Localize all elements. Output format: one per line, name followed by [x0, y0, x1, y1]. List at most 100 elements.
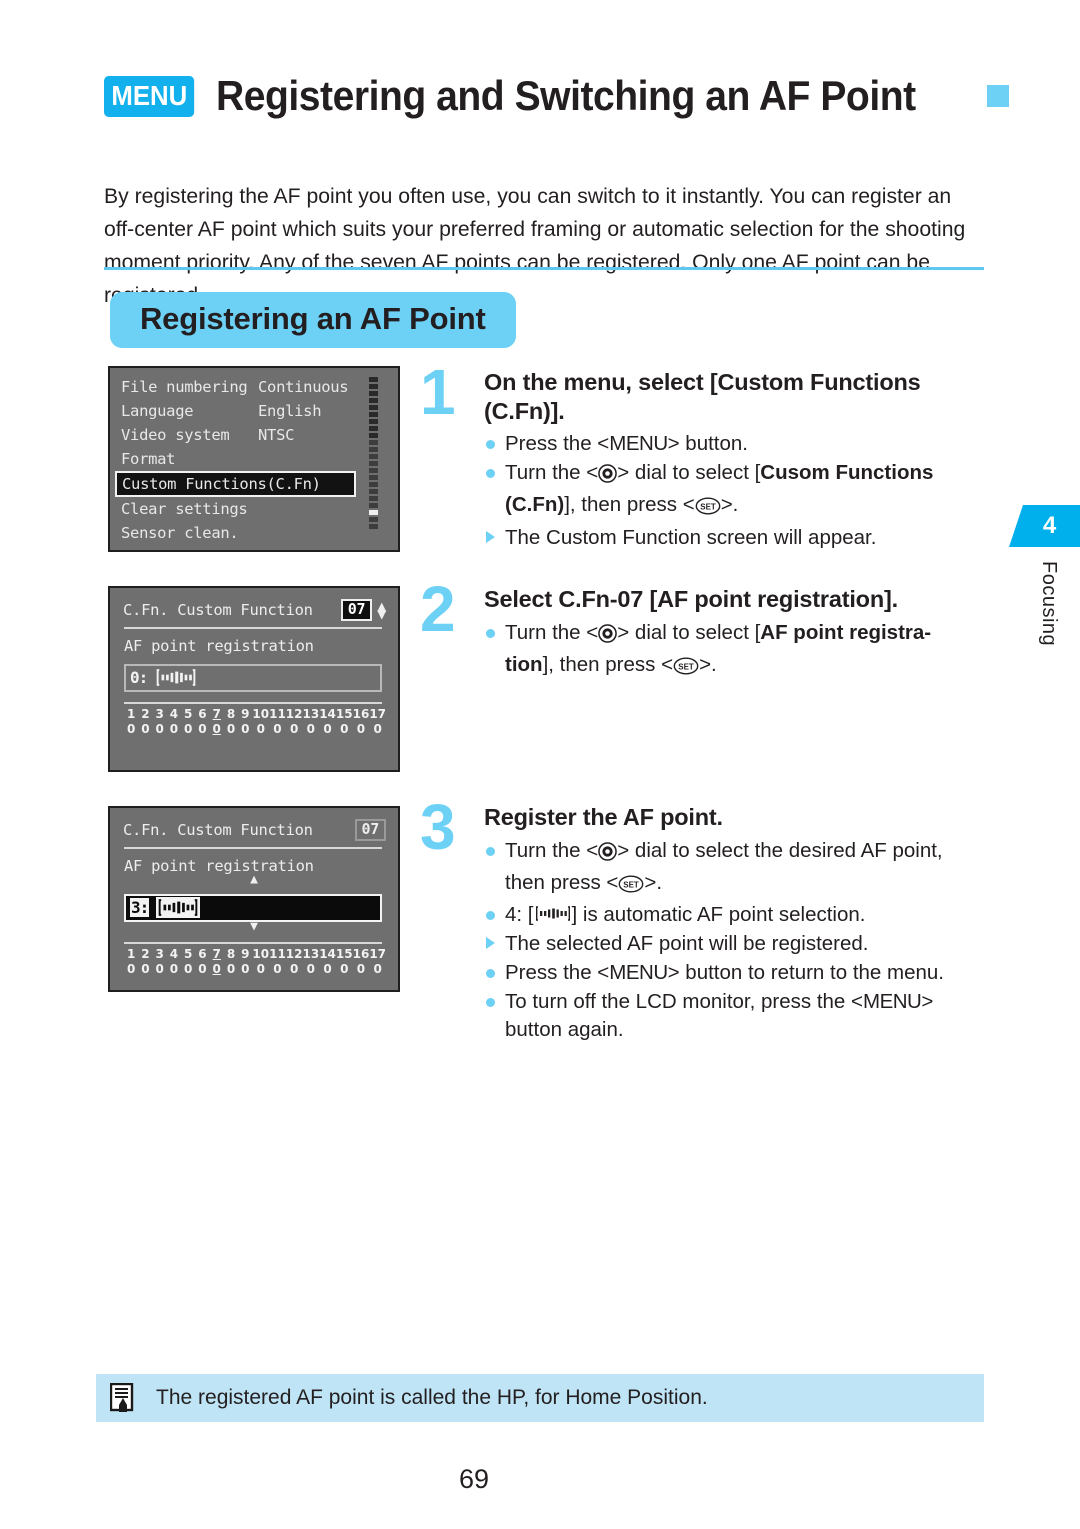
cfn-grid-value: 0 [323, 722, 332, 737]
cfn-subtitle: AF point registration [124, 856, 314, 875]
cfn-grid-col: 12 0 [286, 947, 303, 978]
step-3-text: 3 Register the AF point. Turn the < > dia… [420, 795, 980, 1045]
af-points-icon [534, 904, 572, 923]
lcd-menu-row: Language English [110, 399, 398, 423]
bullet-item: Turn the < > dial to select [AF point reg… [484, 619, 980, 683]
cfn-divider-2 [124, 941, 382, 944]
lcd-menu-label: Video system [121, 426, 230, 444]
bullet-text: Turn the < > dial to select [Cusom Functi… [505, 461, 933, 516]
cfn-grid-value: 0 [356, 722, 366, 737]
cfn-grid-col: 10 0 [252, 707, 269, 738]
note-callout: The registered AF point is called the HP… [96, 1374, 984, 1422]
section-heading: Registering an AF Point [110, 292, 516, 348]
cfn-grid-col: 80 [224, 947, 238, 978]
dot-bullet-icon [486, 628, 495, 638]
cfn-grid-col: 17 0 [369, 947, 386, 978]
set-button-icon: SET [618, 873, 644, 901]
cfn-grid-number: 2 [141, 946, 150, 961]
lcd-menu-value: NTSC [258, 426, 295, 444]
cfn-value-number: 3: [130, 898, 149, 918]
cfn-grid-col: 14 0 [319, 707, 336, 738]
cfn-grid-number: 9 [241, 706, 250, 721]
cfn-value-number: 0: [130, 668, 148, 688]
chapter-tab-number: 4 [1009, 505, 1080, 547]
note-pen-icon [109, 1382, 136, 1413]
cfn-grid-number: 17 [369, 946, 387, 961]
lcd-screen-cfn-07-selected: C.Fn. Custom Function 07 AF point registra… [108, 806, 400, 992]
bullet-text: The Custom Function screen will appear. [505, 525, 877, 549]
cfn-title: C.Fn. Custom Function [123, 600, 313, 619]
cfn-grid-number: 10 [252, 946, 270, 961]
cfn-grid-value: 0 [356, 962, 366, 977]
cfn-grid-value: 0 [184, 722, 193, 737]
cfn-grid-col: 80 [224, 707, 238, 738]
cfn-grid-value: 0 [169, 962, 179, 977]
cfn-grid-number: 6 [198, 706, 207, 721]
lcd-menu-value: Continuous [258, 378, 349, 396]
cfn-grid-col: 13 0 [303, 707, 320, 738]
cfn-grid-number: 16 [352, 706, 370, 721]
step-2-figure: C.Fn. Custom Function 07 ▲ ▼ AF point regist… [108, 586, 400, 772]
step-2-text: 2 Select C.Fn-07 [AF point registration]… [420, 577, 980, 683]
cfn-grid-col: 15 0 [336, 707, 353, 738]
cfn-grid-value: 0 [289, 722, 299, 737]
cfn-grid-col: 60 [195, 947, 209, 978]
bullet-text: 4: [] is automatic AF point selection. [505, 903, 866, 927]
cfn-grid-value: 0 [184, 962, 193, 977]
bullet-item: Press the <MENU> button. [484, 430, 980, 458]
bullet-item: 4: [] is automatic AF point selection. [484, 901, 980, 929]
cfn-grid-col: 15 0 [336, 947, 353, 978]
lcd-menu-row: File numbering Continuous [110, 375, 398, 399]
lcd-menu-row: Custom Functions(C.Fn) [115, 471, 356, 497]
cfn-updown-icon: ▲ ▼ [377, 596, 386, 623]
bullet-text: Press the <MENU> button to return to the… [505, 961, 944, 985]
cfn-grid-number: 1 [126, 706, 136, 721]
step-2-bullet-list: Turn the < > dial to select [AF point reg… [484, 619, 980, 683]
chapter-tab-label: Focusing [1038, 561, 1060, 647]
page-title: Registering and Switching an AF Point [216, 72, 917, 119]
cfn-grid-col: 13 0 [303, 947, 320, 978]
cfn-grid-number: 6 [198, 946, 207, 961]
step-1-number: 1 [420, 356, 456, 428]
cfn-grid-value: 0 [241, 722, 250, 737]
cfn-grid-number: 3 [155, 946, 164, 961]
step-1-figure: File numbering Continuous Language English V… [108, 366, 400, 552]
cfn-grid-value: 0 [373, 962, 382, 977]
cfn-title: C.Fn. Custom Function [123, 820, 313, 839]
cfn-header: C.Fn. Custom Function 07 [110, 808, 398, 841]
cfn-grid-number: 10 [252, 706, 270, 721]
step-1-text: 1 On the menu, select [Custom Functions … [420, 360, 980, 553]
lcd-menu-row: Format [110, 447, 398, 471]
step-3-bullet-list: Turn the < > dial to select the desired A… [484, 837, 980, 1044]
cfn-grid-number: 8 [226, 706, 236, 721]
svg-text:SET: SET [624, 880, 640, 889]
cfn-grid-col: 70 [210, 707, 224, 738]
step-3-heading: Register the AF point. [484, 804, 723, 830]
cfn-grid-number: 4 [169, 946, 179, 961]
bullet-text: The selected AF point will be registered… [505, 932, 869, 956]
cfn-grid-value: 0 [155, 722, 164, 737]
dial-icon [598, 623, 618, 651]
cfn-grid-value: 0 [289, 962, 299, 977]
step-2-heading: Select C.Fn-07 [AF point registration]. [484, 586, 898, 612]
cfn-grid-col: 10 [124, 707, 138, 738]
step-3-figure: C.Fn. Custom Function 07 AF point registra… [108, 806, 400, 992]
cfn-grid-col: 12 0 [286, 707, 303, 738]
cfn-value-grid: 1 0 2 0 3 0 4 0 5 0 6 0 7 0 8 0 9 0 10 0 11 0 12 0 13 0 14 0 15 0 16 0 1… [124, 707, 386, 738]
bullet-text: Turn the < > dial to select [AF point reg… [505, 621, 931, 676]
cfn-grid-value: 0 [340, 962, 349, 977]
cfn-grid-col: 16 0 [353, 947, 370, 978]
step-1-heading: On the menu, select [Custom Functions (C… [484, 369, 921, 424]
dot-bullet-icon [486, 998, 495, 1008]
dot-bullet-icon [486, 969, 495, 979]
lcd-menu-label: Custom Functions(C.Fn) [122, 475, 321, 493]
lcd-menu-label: File numbering [121, 378, 248, 396]
cfn-subtitle: AF point registration [124, 636, 314, 655]
cfn-grid-value: 0 [273, 962, 282, 977]
lcd-menu-row: Clear settings [110, 497, 398, 521]
af-points-icon [154, 668, 198, 687]
bullet-text: Press the <MENU> button. [505, 432, 748, 456]
cfn-grid-value: 0 [141, 962, 150, 977]
cfn-grid-value: 0 [226, 962, 236, 977]
cfn-grid-number: 14 [319, 706, 336, 721]
